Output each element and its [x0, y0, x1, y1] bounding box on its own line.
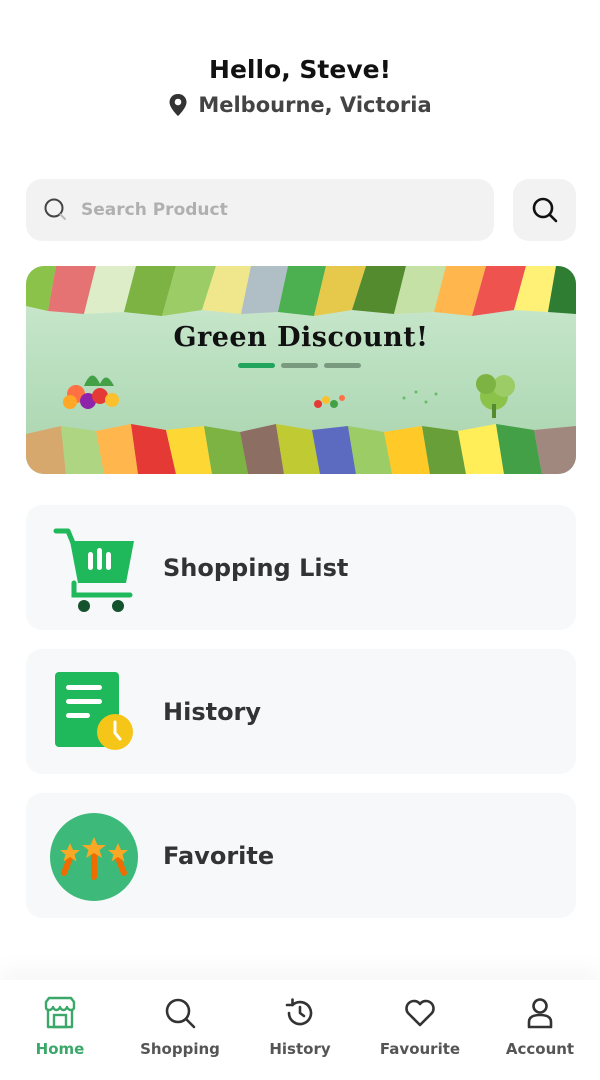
- bottom-nav: Home Shopping History Favourite Account: [0, 980, 600, 1080]
- search-input[interactable]: [81, 200, 441, 220]
- nav-shopping[interactable]: Shopping: [120, 980, 240, 1080]
- search-icon: [532, 197, 557, 223]
- carousel-dot[interactable]: [324, 363, 361, 368]
- history-card[interactable]: History: [26, 649, 576, 774]
- search-row: [26, 179, 576, 241]
- favorite-card[interactable]: Favorite: [26, 793, 576, 918]
- search-button[interactable]: [513, 179, 576, 241]
- location-text: Melbourne, Victoria: [198, 93, 432, 117]
- shopping-cart-icon: [50, 525, 138, 613]
- favorite-label: Favorite: [163, 841, 275, 870]
- shopping-list-label: Shopping List: [163, 553, 349, 582]
- search-box[interactable]: [26, 179, 494, 241]
- history-document-icon: [50, 669, 138, 757]
- nav-favourite-label: Favourite: [379, 1040, 461, 1058]
- nav-favourite[interactable]: Favourite: [360, 980, 480, 1080]
- promo-banner[interactable]: Green Discount!: [26, 266, 576, 474]
- nav-account-label: Account: [505, 1040, 575, 1058]
- nav-shopping-label: Shopping: [140, 1040, 220, 1058]
- search-icon: [44, 198, 66, 220]
- nav-home[interactable]: Home: [0, 980, 120, 1080]
- history-icon: [285, 998, 313, 1026]
- produce-banner-image: [26, 266, 576, 474]
- nav-account[interactable]: Account: [480, 980, 600, 1080]
- carousel-dots: [238, 363, 361, 368]
- shopping-list-card[interactable]: Shopping List: [26, 505, 576, 630]
- banner-title: Green Discount!: [173, 322, 429, 353]
- history-label: History: [163, 697, 262, 726]
- carousel-dot[interactable]: [281, 363, 318, 368]
- heart-icon: [405, 999, 435, 1027]
- home-icon: [44, 996, 76, 1029]
- stars-icon: [50, 813, 138, 901]
- greeting-title: Hello, Steve!: [209, 55, 391, 84]
- nav-home-label: Home: [35, 1040, 85, 1058]
- search-icon: [165, 998, 196, 1029]
- carousel-dot[interactable]: [238, 363, 275, 368]
- nav-history[interactable]: History: [240, 980, 360, 1080]
- map-pin-icon: [169, 94, 187, 116]
- header: Hello, Steve! Melbourne, Victoria: [0, 52, 600, 120]
- nav-history-label: History: [269, 1040, 331, 1058]
- location-row[interactable]: Melbourne, Victoria: [0, 90, 600, 120]
- user-icon: [527, 998, 553, 1029]
